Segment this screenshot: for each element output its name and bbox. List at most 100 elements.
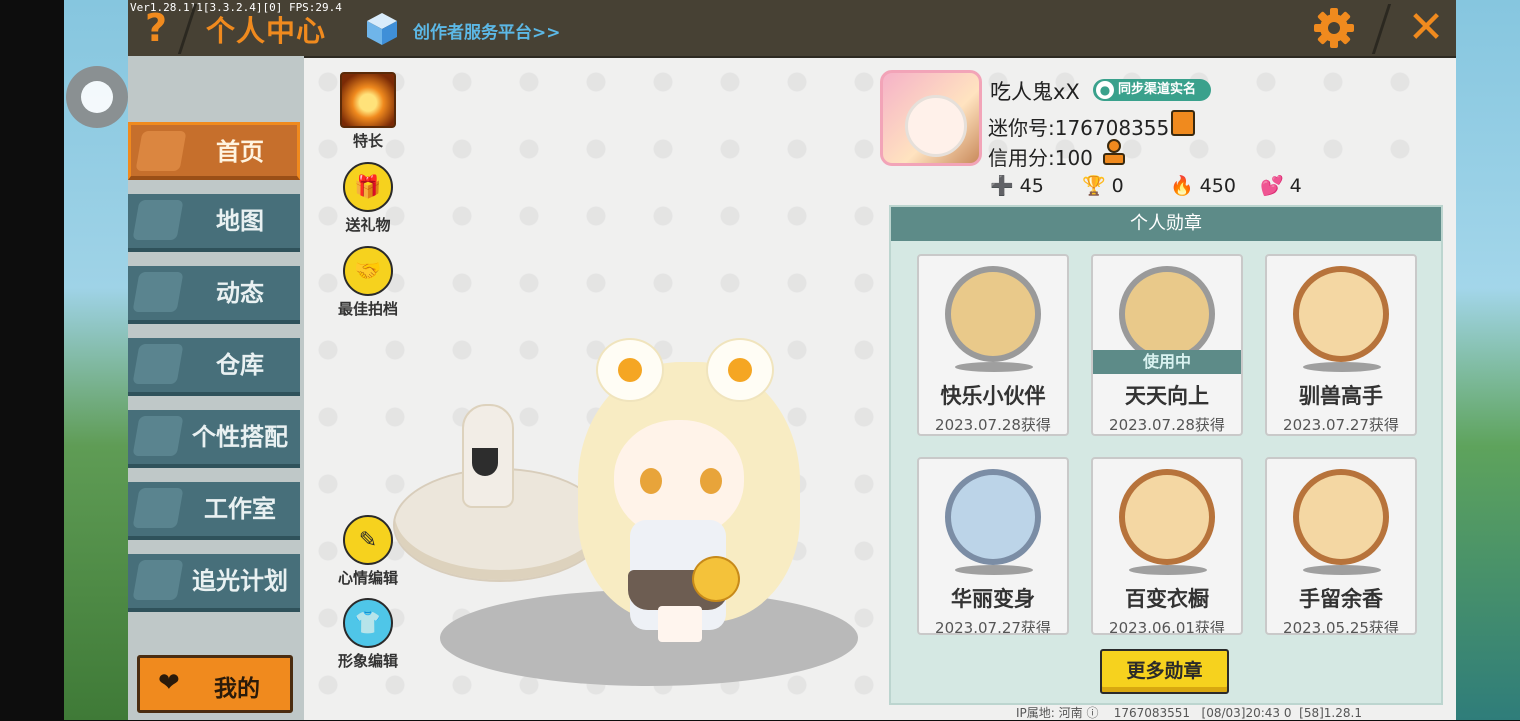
- image-edit-button[interactable]: 👕 形象编辑: [328, 598, 408, 671]
- stat-likes: 💕 4: [1260, 174, 1302, 198]
- character-legs: [658, 606, 702, 642]
- badge-shadow: [1303, 362, 1381, 372]
- badge-name: 驯兽高手: [1299, 384, 1383, 408]
- badge-card[interactable]: 使用中 天天向上 2023.07.28获得: [1091, 254, 1243, 436]
- copy-icon[interactable]: [1171, 110, 1195, 136]
- footer-uid: 1767083551: [1113, 706, 1191, 720]
- storage-icon: [132, 344, 184, 384]
- character-eye: [640, 468, 662, 494]
- badge-medal-icon: [945, 266, 1041, 362]
- user-icon: ●: [1096, 81, 1114, 99]
- nav-item-label: 地图: [216, 207, 264, 235]
- home-icon: [135, 131, 187, 171]
- badge-name: 手留余香: [1299, 587, 1383, 611]
- badge-shadow: [955, 565, 1033, 575]
- creator-platform-link[interactable]: 创作者服务平台>>: [413, 18, 561, 43]
- specialty-button[interactable]: 特长: [328, 72, 408, 151]
- badge-date: 2023.07.28获得: [1109, 416, 1225, 434]
- badge-medal-icon: [945, 469, 1041, 565]
- stat-trophy: 🏆 0: [1082, 174, 1124, 198]
- best-partner-label: 最佳拍档: [337, 300, 398, 318]
- badge-card[interactable]: 手留余香 2023.05.25获得: [1265, 457, 1417, 635]
- credit-score: 信用分:100: [988, 146, 1093, 170]
- more-badges-button[interactable]: 更多勋章: [1100, 649, 1229, 694]
- badge-medal-icon: [1293, 266, 1389, 362]
- mini-id: 迷你号:1767083551: [988, 116, 1182, 140]
- studio-icon: [132, 488, 184, 528]
- badge-shadow: [955, 362, 1033, 372]
- nav-item-map[interactable]: 地图: [128, 194, 300, 252]
- badge-medal-icon: [1119, 469, 1215, 565]
- in-use-tag: 使用中: [1093, 350, 1241, 374]
- badge-medal-icon: [1293, 469, 1389, 565]
- footer-version: [58]1.28.1: [1299, 706, 1362, 720]
- badge-card[interactable]: 快乐小伙伴 2023.07.28获得: [917, 254, 1069, 436]
- credit-person-icon[interactable]: [1100, 138, 1128, 166]
- nav-item-label: 个性搭配: [192, 423, 288, 451]
- swan-beak: [472, 448, 498, 476]
- badge-card[interactable]: 驯兽高手 2023.07.27获得: [1265, 254, 1417, 436]
- nav-item-activity[interactable]: 动态: [128, 266, 300, 324]
- plan-icon: [132, 560, 184, 600]
- divider: [1371, 4, 1392, 54]
- nav-item-label: 首页: [216, 138, 264, 166]
- settings-gear-icon[interactable]: [1312, 6, 1356, 50]
- handshake-icon: 🤝: [343, 246, 393, 296]
- cube-icon: [367, 13, 397, 45]
- close-button[interactable]: ✕: [1404, 4, 1448, 52]
- outfit-icon: [132, 416, 184, 456]
- stat-value: 0: [1111, 174, 1124, 197]
- badge-shadow: [1129, 565, 1207, 575]
- nav-item-studio[interactable]: 工作室: [128, 482, 300, 540]
- nav-item-home[interactable]: 首页: [128, 122, 300, 180]
- badge-name: 快乐小伙伴: [940, 384, 1046, 408]
- send-gift-button[interactable]: 🎁 送礼物: [328, 162, 408, 235]
- specialty-label: 特长: [352, 132, 383, 150]
- avatar[interactable]: [880, 70, 982, 166]
- nav-item-label: 追光计划: [192, 567, 288, 595]
- gift-icon: 🎁: [343, 162, 393, 212]
- nav-item-outfit[interactable]: 个性搭配: [128, 410, 300, 468]
- badge-card[interactable]: 百变衣橱 2023.06.01获得: [1091, 457, 1243, 635]
- stat-value: 450: [1199, 174, 1236, 197]
- avatar-face: [905, 95, 967, 157]
- heart-icon: ❤: [158, 668, 180, 698]
- badge-date: 2023.07.27获得: [1283, 416, 1399, 434]
- sidebar-nav: 首页 地图 动态 仓库 个性搭配 工作室 追光计划: [128, 56, 304, 720]
- badge-date: 2023.07.28获得: [935, 416, 1051, 434]
- image-edit-label: 形象编辑: [337, 652, 398, 670]
- badge-date: 2023.07.27获得: [935, 619, 1051, 635]
- footer-info: IP属地: 河南 ⓘ 1767083551 [08/03]20:43 0 [58…: [1016, 706, 1362, 720]
- username: 吃人鬼xX: [990, 80, 1080, 104]
- sync-realname-badge[interactable]: ● 同步渠道实名: [1093, 79, 1211, 101]
- stat-value: 45: [1019, 174, 1044, 197]
- badge-name: 华丽变身: [951, 587, 1035, 611]
- page-title: 个人中心: [206, 14, 327, 48]
- plus-icon: ➕: [990, 175, 1014, 197]
- nav-item-label: 工作室: [204, 495, 276, 523]
- stat-popularity: 🔥 450: [1170, 174, 1236, 198]
- help-button[interactable]: ?: [138, 6, 174, 50]
- mood-edit-label: 心情编辑: [337, 569, 398, 587]
- ip-location: IP属地: 河南: [1016, 706, 1083, 720]
- badge-medal-icon: [1119, 266, 1215, 362]
- floating-assist-button[interactable]: [66, 66, 128, 128]
- hair-bun: [706, 338, 774, 402]
- best-partner-button[interactable]: 🤝 最佳拍档: [328, 246, 408, 319]
- nav-item-label: 动态: [216, 279, 264, 307]
- my-button[interactable]: ❤ 我的: [137, 655, 293, 713]
- send-gift-label: 送礼物: [345, 216, 391, 234]
- badge-card[interactable]: 华丽变身 2023.07.27获得: [917, 457, 1069, 635]
- nav-item-storage[interactable]: 仓库: [128, 338, 300, 396]
- badge-shadow: [1303, 565, 1381, 575]
- character-bag: [692, 556, 740, 602]
- badge-name: 百变衣橱: [1125, 587, 1209, 611]
- sync-badge-label: 同步渠道实名: [1118, 82, 1197, 97]
- badge-panel: 个人勋章 快乐小伙伴 2023.07.28获得 使用中 天天向上 2023.07…: [889, 205, 1443, 705]
- stat-value: 4: [1289, 174, 1302, 197]
- footer-time: [08/03]20:43 0: [1201, 706, 1292, 720]
- specialty-icon: [340, 72, 396, 128]
- edit-icon: ✎: [343, 515, 393, 565]
- nav-item-plan[interactable]: 追光计划: [128, 554, 300, 612]
- hair-bun: [596, 338, 664, 402]
